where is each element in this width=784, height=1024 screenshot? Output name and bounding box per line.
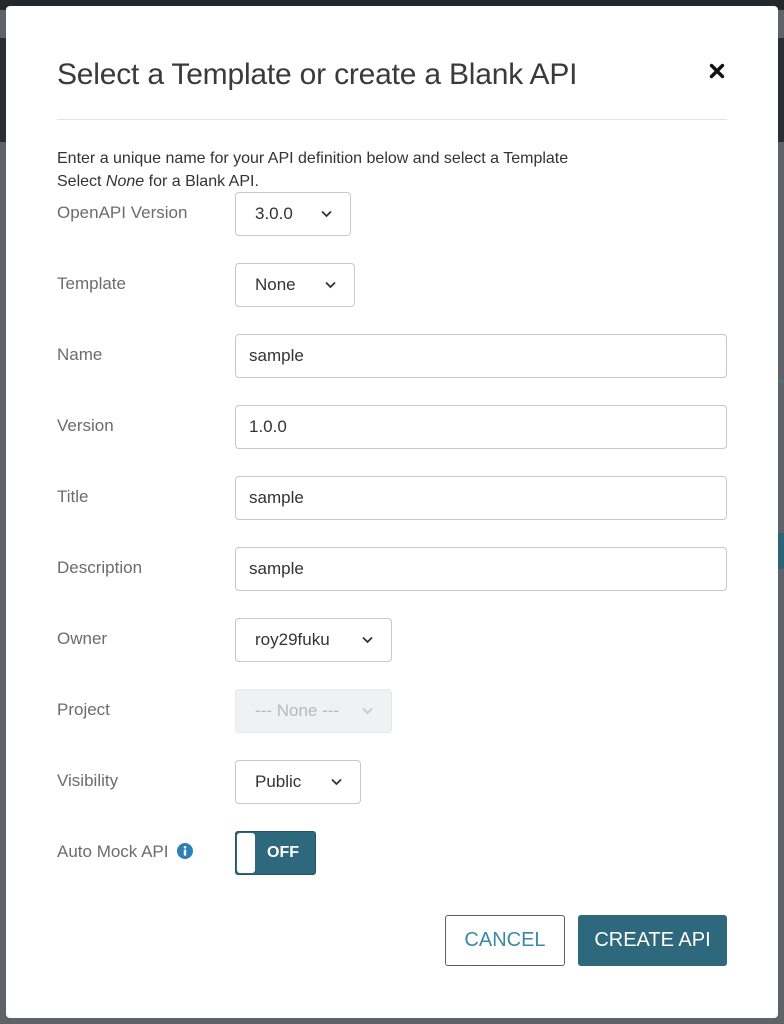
- name-input[interactable]: sample: [235, 334, 727, 378]
- auto-mock-toggle[interactable]: OFF: [235, 831, 316, 875]
- create-api-button[interactable]: CREATE API: [578, 915, 727, 966]
- visibility-label: Visibility: [57, 771, 119, 790]
- project-value: --- None ---: [255, 701, 340, 720]
- version-value: 1.0.0: [249, 417, 287, 436]
- title-label: Title: [57, 487, 89, 506]
- project-select: --- None ---: [235, 689, 392, 733]
- chevron-down-icon: [362, 707, 373, 715]
- intro-line-1: Enter a unique name for your API definit…: [57, 150, 569, 167]
- openapi-version-value: 3.0.0: [255, 204, 293, 223]
- description-label: Description: [57, 558, 143, 577]
- intro-line-2-prefix: Select: [57, 173, 106, 190]
- dialog-title: Select a Template or create a Blank API: [57, 58, 578, 91]
- owner-select[interactable]: roy29fuku: [235, 618, 392, 662]
- description-value: sample: [249, 559, 304, 578]
- owner-label: Owner: [57, 629, 108, 648]
- visibility-value: Public: [255, 772, 302, 791]
- description-input[interactable]: sample: [235, 547, 727, 591]
- name-value: sample: [249, 346, 304, 365]
- chevron-down-icon: [362, 636, 373, 644]
- chevron-down-icon: [325, 281, 336, 289]
- intro-text: Enter a unique name for your API definit…: [57, 147, 568, 193]
- toggle-knob: [237, 833, 255, 873]
- template-value: None: [255, 275, 296, 294]
- template-select[interactable]: None: [235, 263, 355, 307]
- auto-mock-label: Auto Mock API: [57, 842, 169, 861]
- visibility-select[interactable]: Public: [235, 760, 361, 804]
- title-divider: [57, 119, 727, 120]
- chevron-down-icon: [321, 210, 332, 218]
- info-icon[interactable]: [177, 843, 193, 859]
- project-label: Project: [57, 700, 110, 719]
- close-button[interactable]: [700, 54, 734, 88]
- openapi-version-select[interactable]: 3.0.0: [235, 192, 351, 236]
- owner-value: roy29fuku: [255, 630, 330, 649]
- title-input[interactable]: sample: [235, 476, 727, 520]
- openapi-version-label: OpenAPI Version: [57, 203, 188, 222]
- cancel-button[interactable]: CANCEL: [445, 915, 565, 966]
- toggle-state-text: OFF: [267, 844, 299, 861]
- create-api-dialog: Select a Template or create a Blank API …: [6, 6, 778, 1018]
- template-label: Template: [57, 274, 126, 293]
- title-value: sample: [249, 488, 304, 507]
- name-label: Name: [57, 345, 103, 364]
- intro-line-2-suffix: for a Blank API.: [144, 173, 259, 190]
- chevron-down-icon: [331, 778, 342, 786]
- version-label: Version: [57, 416, 114, 435]
- intro-line-2-italic: None: [105, 173, 145, 190]
- close-icon: [709, 63, 725, 79]
- intro-line-2: Select None for a Blank API.: [57, 170, 568, 193]
- version-input[interactable]: 1.0.0: [235, 405, 727, 449]
